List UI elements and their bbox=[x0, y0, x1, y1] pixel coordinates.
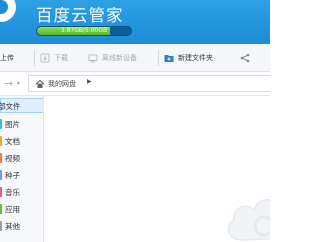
sidebar-item-apps[interactable]: 应用 bbox=[0, 201, 43, 217]
forward-arrow-icon[interactable]: → bbox=[4, 76, 13, 92]
sidebar-item-documents[interactable]: 文档 bbox=[0, 133, 43, 149]
sidebar-item-torrents[interactable]: 种子 bbox=[0, 167, 43, 183]
image-category-icon bbox=[0, 119, 2, 129]
address-bar: → ▾ 我的网盘 ▶ bbox=[0, 72, 270, 96]
sidebar-item-label: 视频 bbox=[5, 154, 20, 163]
app-title: 百度云管家 bbox=[36, 6, 124, 25]
file-list-area[interactable] bbox=[44, 96, 270, 242]
app-header: 百度云管家 3.87GB/5.00GB bbox=[0, 0, 270, 44]
more-icon bbox=[240, 53, 250, 63]
breadcrumb-my-netdisk[interactable]: 我的网盘 bbox=[48, 79, 76, 89]
music-category-icon bbox=[0, 187, 2, 197]
more-button[interactable] bbox=[240, 44, 254, 72]
breadcrumb-separator-icon[interactable]: ▶ bbox=[87, 78, 92, 85]
sidebar-item-music[interactable]: 音乐 bbox=[0, 184, 43, 200]
download-icon bbox=[40, 53, 50, 63]
new-folder-label: 新建文件夹 bbox=[178, 54, 213, 62]
other-category-icon bbox=[0, 221, 2, 231]
breadcrumb[interactable]: 我的网盘 ▶ bbox=[28, 75, 270, 92]
device-icon bbox=[88, 53, 98, 63]
app-category-icon bbox=[0, 204, 2, 214]
storage-quota-bar: 3.87GB/5.00GB bbox=[36, 26, 132, 36]
sidebar-item-label: 图片 bbox=[5, 120, 20, 129]
home-icon[interactable] bbox=[35, 79, 45, 89]
toolbar-divider bbox=[34, 50, 35, 66]
sidebar-item-label: 音乐 bbox=[5, 188, 20, 197]
sidebar-item-label: 部文件 bbox=[0, 102, 21, 111]
offline-device-label: 离线新设备 bbox=[102, 54, 137, 62]
sidebar-item-label: 其他 bbox=[5, 222, 20, 231]
storage-quota-text: 3.87GB/5.00GB bbox=[60, 27, 108, 34]
cloud-watermark-icon bbox=[227, 199, 270, 241]
sidebar-item-label: 文档 bbox=[5, 137, 20, 146]
sidebar-item-videos[interactable]: 视频 bbox=[0, 150, 43, 166]
history-dropdown-icon[interactable]: ▾ bbox=[17, 78, 20, 90]
download-label: 下载 bbox=[54, 54, 68, 62]
video-category-icon bbox=[0, 153, 2, 163]
sidebar-item-images[interactable]: 图片 bbox=[0, 116, 43, 132]
toolbar: 上传 下载 离线新设备 新建文件夹 bbox=[0, 44, 270, 72]
sidebar-item-other[interactable]: 其他 bbox=[0, 218, 43, 234]
upload-button[interactable]: 上传 bbox=[0, 44, 14, 72]
download-button[interactable]: 下载 bbox=[40, 44, 68, 72]
baidu-cloud-logo bbox=[0, 0, 16, 22]
sidebar-item-label: 种子 bbox=[5, 171, 20, 180]
new-folder-icon bbox=[164, 53, 174, 63]
new-folder-button[interactable]: 新建文件夹 bbox=[164, 44, 213, 72]
document-category-icon bbox=[0, 136, 2, 146]
sidebar-item-label: 应用 bbox=[5, 205, 20, 214]
torrent-category-icon bbox=[0, 170, 2, 180]
toolbar-divider bbox=[158, 50, 159, 66]
offline-device-button[interactable]: 离线新设备 bbox=[88, 44, 137, 72]
sidebar: 部文件 图片 文档 视频 种子 音乐 应用 其他 bbox=[0, 96, 44, 242]
upload-label: 上传 bbox=[0, 54, 14, 62]
sidebar-item-all-files[interactable]: 部文件 bbox=[0, 98, 43, 113]
